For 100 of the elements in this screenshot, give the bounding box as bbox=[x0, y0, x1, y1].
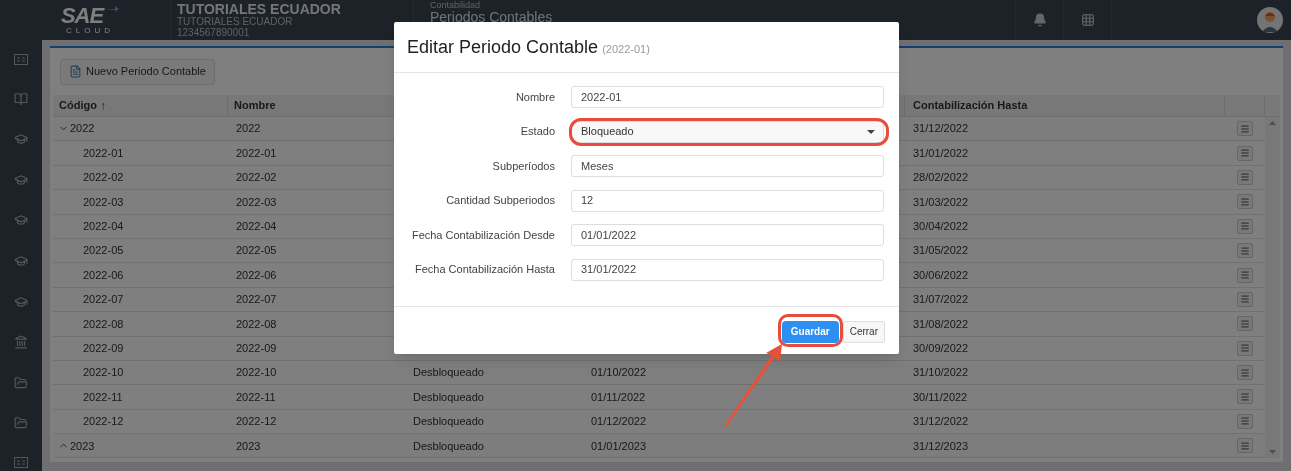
menu-icon bbox=[1240, 245, 1250, 256]
code-cell-text: 2022-02 bbox=[83, 170, 124, 186]
row-menu-button[interactable] bbox=[1237, 340, 1253, 356]
close-button[interactable]: Cerrar bbox=[842, 320, 885, 343]
company-ruc: 1234567890001 bbox=[177, 27, 251, 38]
caption-icon[interactable] bbox=[14, 456, 28, 468]
menu-icon bbox=[1240, 172, 1250, 183]
graduation-cap-icon[interactable] bbox=[14, 213, 28, 228]
date-to-cell-text: 31/12/2023 bbox=[913, 438, 969, 454]
column-header[interactable]: Código bbox=[59, 97, 97, 114]
logo-subtext: CLOUD bbox=[66, 25, 114, 35]
dropdown-caret-icon bbox=[867, 129, 875, 134]
date-to-cell-text: 31/10/2022 bbox=[913, 365, 969, 381]
row-menu-button[interactable] bbox=[1237, 121, 1253, 137]
notification-bell-icon[interactable] bbox=[1032, 13, 1047, 27]
graduation-cap-icon[interactable] bbox=[14, 132, 28, 147]
row-menu-button[interactable] bbox=[1237, 243, 1253, 259]
field-label: Fecha Contabilización Hasta bbox=[414, 262, 555, 278]
document-icon bbox=[69, 65, 82, 78]
code-cell-text: 2022-12 bbox=[83, 414, 124, 430]
caption-icon[interactable] bbox=[14, 54, 28, 65]
row-menu-button[interactable] bbox=[1237, 145, 1253, 161]
scroll-up-icon[interactable] bbox=[1269, 121, 1276, 125]
date-from-cell-text: 01/10/2022 bbox=[591, 365, 647, 381]
row-menu-button[interactable] bbox=[1237, 169, 1253, 185]
menu-icon bbox=[1240, 294, 1250, 305]
status-cell-text: Desbloqueado bbox=[413, 389, 484, 405]
book-icon[interactable] bbox=[14, 91, 28, 106]
menu-icon bbox=[1240, 416, 1250, 427]
menu-icon bbox=[1240, 148, 1250, 159]
code-cell-text: 2022-04 bbox=[83, 219, 124, 234]
menu-icon bbox=[1240, 221, 1250, 232]
menu-icon bbox=[1240, 318, 1250, 329]
status-cell-text: Desbloqueado bbox=[413, 414, 484, 430]
code-cell-text: 2022-09 bbox=[83, 340, 124, 356]
name-cell-text: 2022-03 bbox=[236, 194, 277, 210]
date-to-cell-text: 31/03/2022 bbox=[913, 194, 969, 210]
row-menu-button[interactable] bbox=[1237, 389, 1253, 405]
date-to-cell-text: 31/12/2022 bbox=[913, 121, 969, 137]
name-cell-text: 2022-02 bbox=[236, 170, 277, 186]
row-menu-button[interactable] bbox=[1237, 316, 1253, 332]
input-field[interactable]: 2022-01 bbox=[571, 86, 884, 108]
date-to-cell-text: 31/12/2022 bbox=[913, 414, 969, 430]
menu-icon bbox=[1240, 123, 1250, 134]
graduation-cap-icon[interactable] bbox=[14, 253, 28, 268]
new-period-button[interactable]: Nuevo Periodo Contable bbox=[60, 58, 215, 85]
name-cell-text: 2022-10 bbox=[236, 365, 277, 381]
field-label: Fecha Contabilización Desde bbox=[411, 227, 555, 243]
scrollbar[interactable] bbox=[1265, 117, 1280, 459]
input-field[interactable]: 01/01/2022 bbox=[571, 224, 884, 246]
row-menu-button[interactable] bbox=[1237, 218, 1253, 234]
date-to-cell-text: 30/09/2022 bbox=[913, 340, 969, 356]
code-cell-text: 2023 bbox=[70, 438, 95, 454]
column-header[interactable]: Nombre bbox=[234, 97, 276, 114]
row-menu-button[interactable] bbox=[1237, 438, 1253, 454]
name-cell-text: 2022-07 bbox=[236, 292, 277, 308]
date-to-cell-text: 30/06/2022 bbox=[913, 267, 969, 283]
name-cell-text: 2023 bbox=[236, 438, 261, 454]
row-menu-button[interactable] bbox=[1237, 291, 1253, 307]
status-select[interactable]: Bloqueado bbox=[571, 120, 884, 143]
name-cell-text: 2022-12 bbox=[236, 414, 277, 430]
apps-grid-icon[interactable] bbox=[1080, 13, 1095, 27]
name-cell-text: 2022-05 bbox=[236, 243, 277, 259]
save-button[interactable]: Guardar bbox=[781, 320, 839, 343]
graduation-cap-icon[interactable] bbox=[14, 294, 28, 309]
scroll-down-icon[interactable] bbox=[1269, 450, 1276, 455]
code-cell-text: 2022-03 bbox=[83, 194, 124, 210]
code-cell-text: 2022-10 bbox=[83, 365, 124, 381]
logo-text: SAE bbox=[60, 5, 104, 26]
menu-icon bbox=[1240, 196, 1250, 207]
folder-icon[interactable] bbox=[14, 375, 28, 390]
date-from-cell-text: 01/11/2022 bbox=[591, 389, 646, 405]
input-field[interactable]: 12 bbox=[571, 189, 884, 212]
row-menu-button[interactable] bbox=[1237, 194, 1253, 210]
dialog-title: Editar Periodo Contable bbox=[407, 35, 599, 59]
status-cell-text: Desbloqueado bbox=[413, 365, 484, 381]
module-label: Contabilidad bbox=[430, 1, 482, 10]
graduation-cap-icon[interactable] bbox=[14, 172, 28, 187]
folder-icon[interactable] bbox=[14, 416, 28, 431]
field-label: Nombre bbox=[515, 89, 555, 105]
code-cell-text: 2022-11 bbox=[83, 389, 123, 405]
date-to-cell-text: 30/04/2022 bbox=[913, 219, 969, 234]
code-cell-text: 2022-08 bbox=[83, 316, 124, 332]
date-to-cell-text: 30/11/2022 bbox=[913, 389, 968, 405]
code-cell-text: 2022-06 bbox=[83, 267, 124, 283]
input-field[interactable]: Meses bbox=[571, 155, 884, 177]
row-menu-button[interactable] bbox=[1237, 413, 1253, 429]
menu-icon bbox=[1240, 440, 1250, 451]
row-menu-button[interactable] bbox=[1237, 365, 1253, 381]
name-cell-text: 2022-11 bbox=[236, 389, 276, 405]
code-cell-text: 2022-05 bbox=[83, 243, 124, 259]
row-menu-button[interactable] bbox=[1237, 267, 1253, 283]
bank-icon[interactable] bbox=[14, 335, 28, 350]
column-header[interactable]: Contabilización Hasta bbox=[913, 97, 1028, 114]
dialog-subtitle: (2022-01) bbox=[602, 41, 650, 57]
date-from-cell-text: 01/01/2023 bbox=[591, 438, 647, 454]
user-avatar[interactable] bbox=[1257, 7, 1283, 33]
sort-arrow: ↑ bbox=[99, 97, 106, 115]
input-field[interactable]: 31/01/2022 bbox=[571, 258, 884, 281]
menu-icon bbox=[1240, 343, 1250, 354]
